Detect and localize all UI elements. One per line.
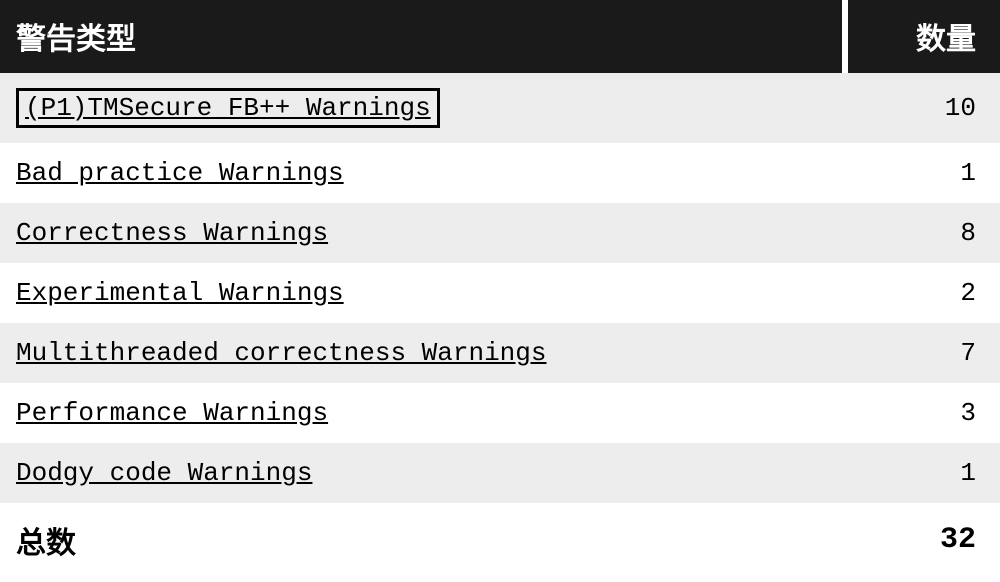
warning-link-bad-practice[interactable]: Bad practice Warnings (16, 158, 344, 188)
warnings-table: 警告类型 数量 (P1)TMSecure FB++ Warnings 10 Ba… (0, 0, 1000, 577)
table-row: Experimental Warnings 2 (0, 263, 1000, 323)
warning-count-cell: 1 (845, 143, 1000, 203)
total-value: 32 (845, 503, 1000, 577)
table-header-row: 警告类型 数量 (0, 0, 1000, 73)
table-row: Bad practice Warnings 1 (0, 143, 1000, 203)
header-type: 警告类型 (0, 0, 845, 73)
table-row: Multithreaded correctness Warnings 7 (0, 323, 1000, 383)
table-row: Dodgy code Warnings 1 (0, 443, 1000, 503)
warning-link-dodgy[interactable]: Dodgy code Warnings (16, 458, 312, 488)
header-count: 数量 (845, 0, 1000, 73)
warning-count-cell: 3 (845, 383, 1000, 443)
total-label: 总数 (0, 503, 845, 577)
warning-type-cell: Bad practice Warnings (0, 143, 845, 203)
warning-link-performance[interactable]: Performance Warnings (16, 398, 328, 428)
warning-link-multithreaded[interactable]: Multithreaded correctness Warnings (16, 338, 547, 368)
warning-count-cell: 2 (845, 263, 1000, 323)
warning-type-cell: Performance Warnings (0, 383, 845, 443)
warning-count-cell: 8 (845, 203, 1000, 263)
table-row: Performance Warnings 3 (0, 383, 1000, 443)
table-row: Correctness Warnings 8 (0, 203, 1000, 263)
table-row: (P1)TMSecure FB++ Warnings 10 (0, 73, 1000, 143)
warning-type-cell: Multithreaded correctness Warnings (0, 323, 845, 383)
table-footer-row: 总数 32 (0, 503, 1000, 577)
warning-type-cell: Experimental Warnings (0, 263, 845, 323)
warning-type-cell: (P1)TMSecure FB++ Warnings (0, 73, 845, 143)
warning-link-experimental[interactable]: Experimental Warnings (16, 278, 344, 308)
warning-count-cell: 10 (845, 73, 1000, 143)
warning-type-cell: Dodgy code Warnings (0, 443, 845, 503)
warning-type-cell: Correctness Warnings (0, 203, 845, 263)
warning-link-correctness[interactable]: Correctness Warnings (16, 218, 328, 248)
warning-count-cell: 1 (845, 443, 1000, 503)
warning-link-tmsecure[interactable]: (P1)TMSecure FB++ Warnings (16, 88, 440, 128)
table-body: (P1)TMSecure FB++ Warnings 10 Bad practi… (0, 73, 1000, 503)
warning-count-cell: 7 (845, 323, 1000, 383)
